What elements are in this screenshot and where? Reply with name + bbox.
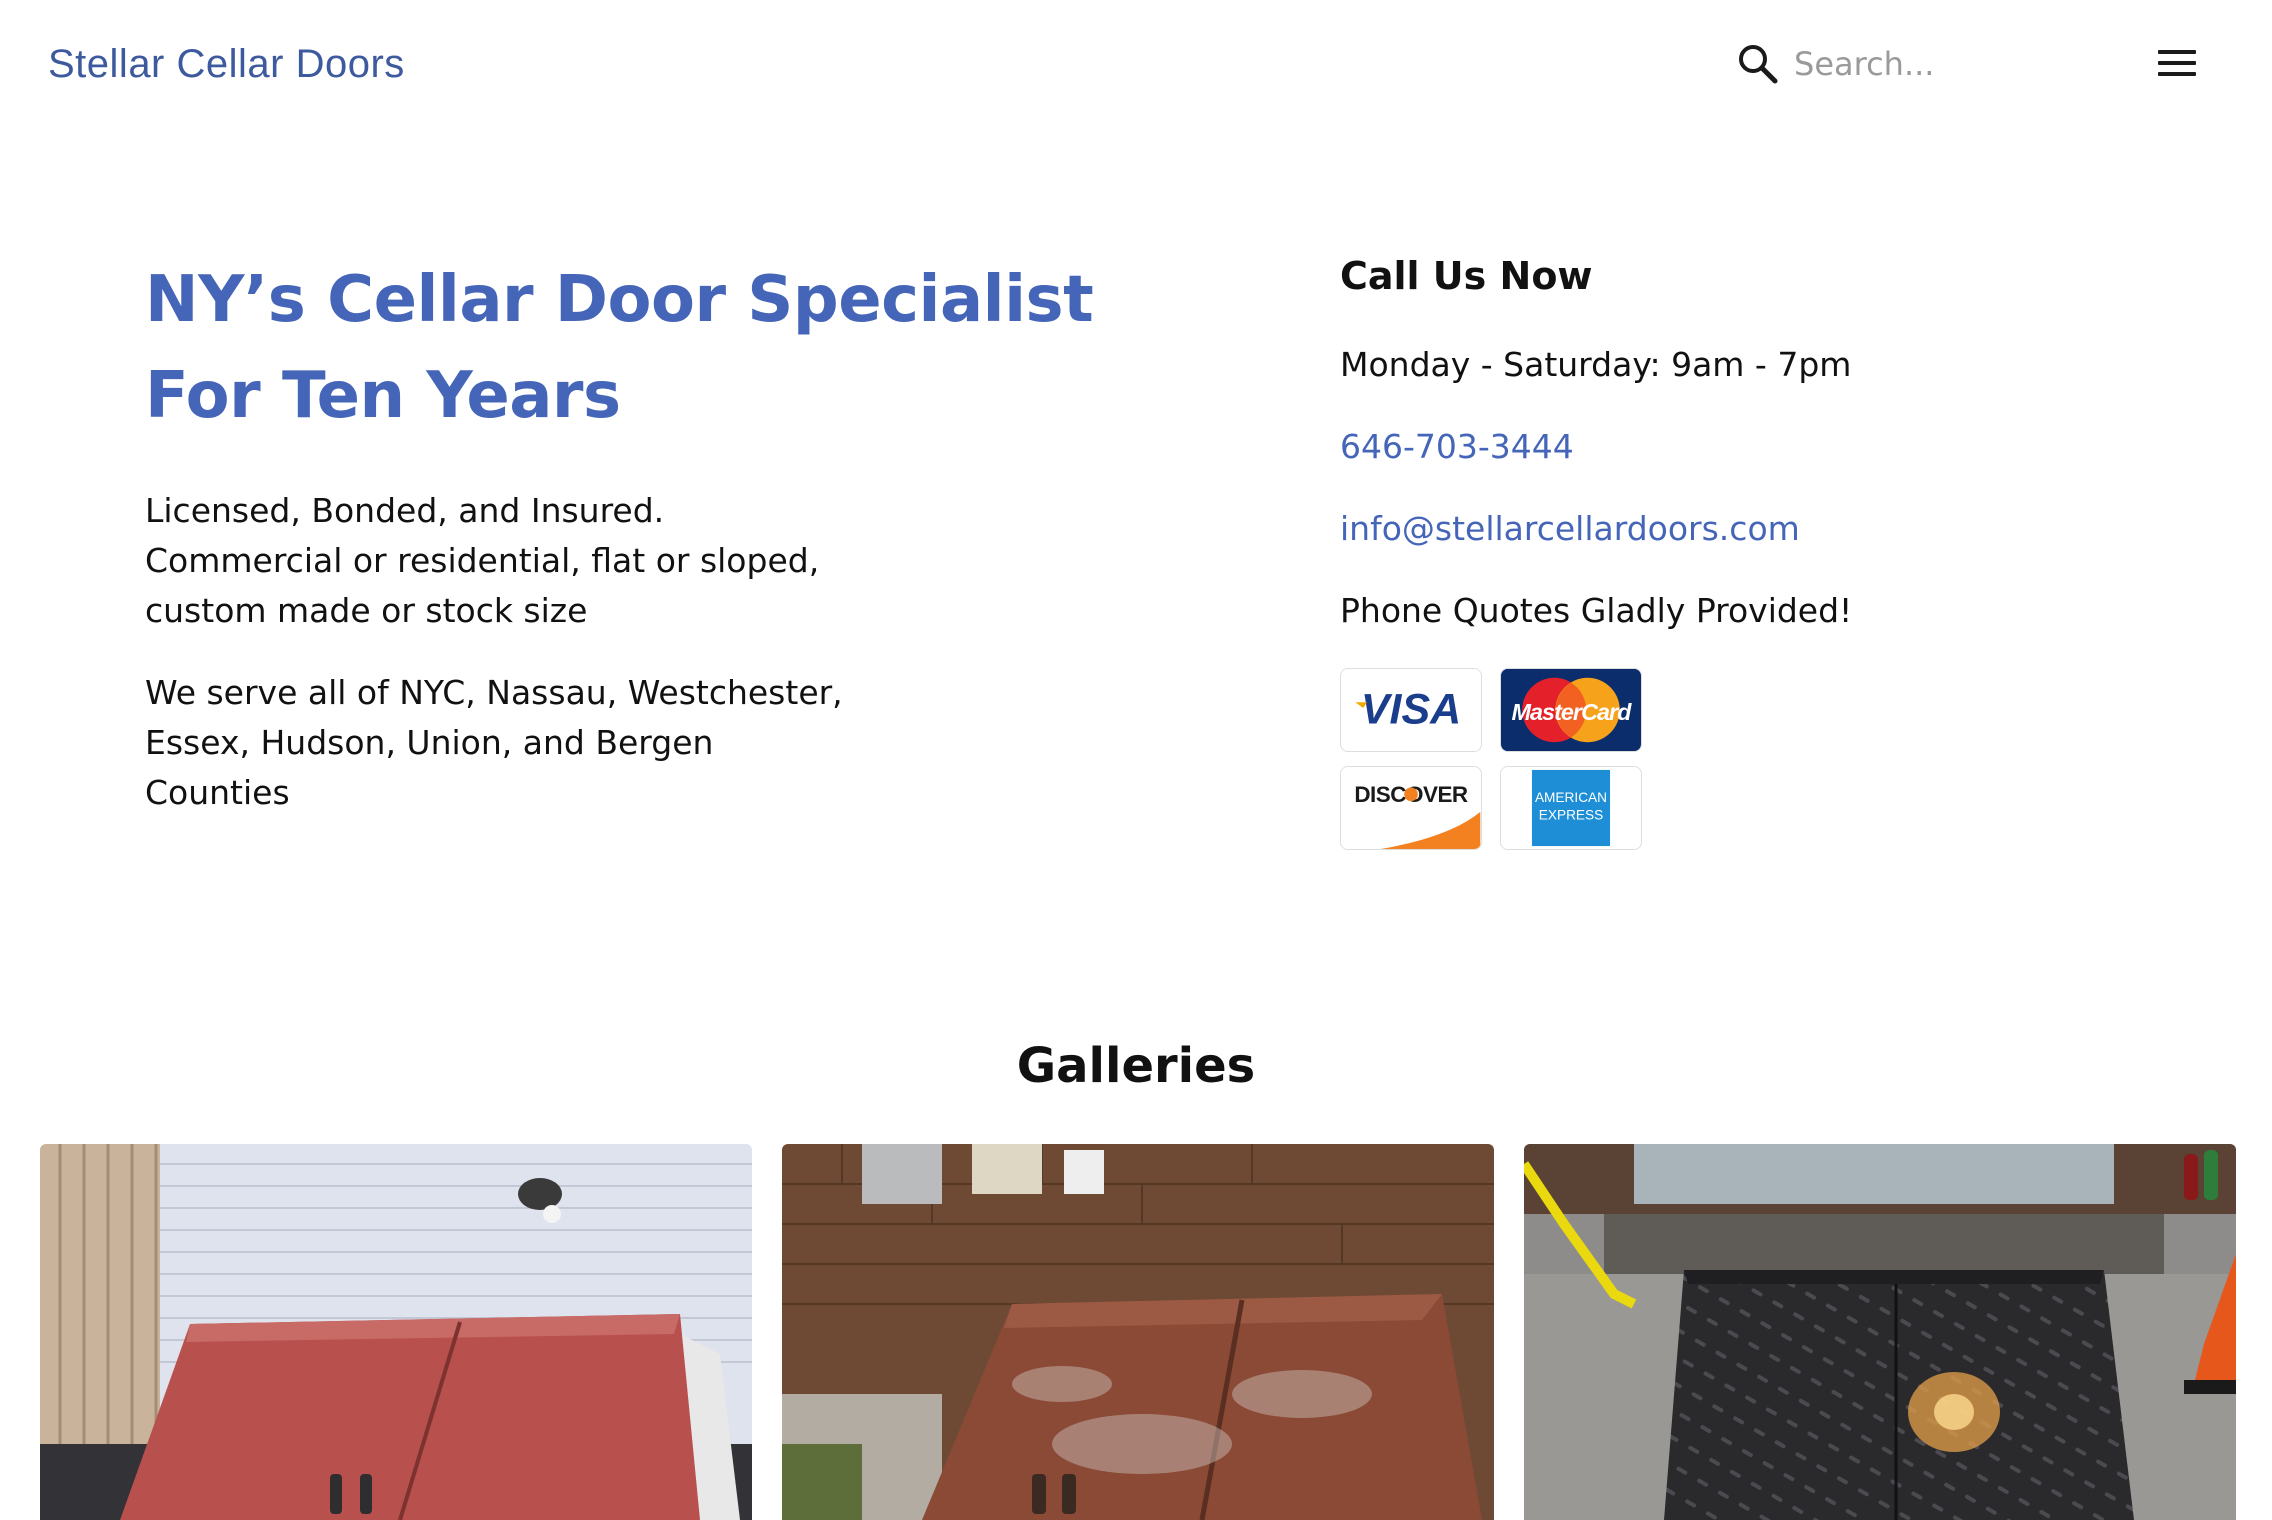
hero-heading-line1: NY’s Cellar Door Specialist — [145, 263, 1094, 337]
search-icon[interactable] — [1736, 42, 1780, 86]
gallery-photo-2[interactable] — [782, 1144, 1494, 1520]
credentials-line2: Commercial or residential, flat or slope… — [145, 541, 820, 580]
amex-text-line1: AMERICAN — [1535, 790, 1607, 805]
hamburger-menu-icon[interactable] — [2158, 46, 2198, 82]
amex-card-logo: AMERICAN EXPRESS — [1500, 766, 1642, 850]
mastercard-text: MasterCard — [1511, 699, 1632, 725]
phone-link[interactable]: 646-703-3444 — [1340, 422, 1574, 472]
page: Stellar Cellar Doors NY’s Cellar Door Sp… — [0, 0, 2272, 1520]
credentials-paragraph: Licensed, Bonded, and Insured. Commercia… — [145, 486, 845, 636]
credentials-line1: Licensed, Bonded, and Insured. — [145, 491, 665, 530]
visa-text: VISA — [1361, 686, 1461, 734]
mastercard-logo: MasterCard — [1500, 668, 1642, 752]
business-hours: Monday - Saturday: 9am - 7pm — [1340, 345, 1852, 384]
call-us-heading: Call Us Now — [1340, 254, 1593, 298]
gallery-photo-1[interactable] — [40, 1144, 752, 1520]
amex-text-line2: EXPRESS — [1539, 808, 1604, 823]
visa-card-logo: VISA — [1340, 668, 1482, 752]
discover-card-logo: DISCOVER — [1340, 766, 1482, 850]
galleries-heading: Galleries — [1016, 1038, 1256, 1094]
site-title-link[interactable]: Stellar Cellar Doors — [48, 36, 405, 92]
service-area-paragraph: We serve all of NYC, Nassau, Westchester… — [145, 668, 845, 818]
search-bar — [1736, 36, 2076, 92]
hero-heading: NY’s Cellar Door Specialist For Ten Year… — [145, 252, 1105, 444]
email-link[interactable]: info@stellarcellardoors.com — [1340, 504, 1800, 554]
service-area-line3: Counties — [145, 773, 290, 812]
site-header: Stellar Cellar Doors — [0, 0, 2272, 130]
gallery-photo-3[interactable] — [1524, 1144, 2236, 1520]
search-input[interactable] — [1794, 40, 2064, 88]
service-area-line1: We serve all of NYC, Nassau, Westchester… — [145, 673, 843, 712]
hero-heading-line2: For Ten Years — [145, 359, 621, 433]
phone-quotes-text: Phone Quotes Gladly Provided! — [1340, 591, 1853, 630]
service-area-line2: Essex, Hudson, Union, and Bergen — [145, 723, 714, 762]
credentials-line3: custom made or stock size — [145, 591, 588, 630]
